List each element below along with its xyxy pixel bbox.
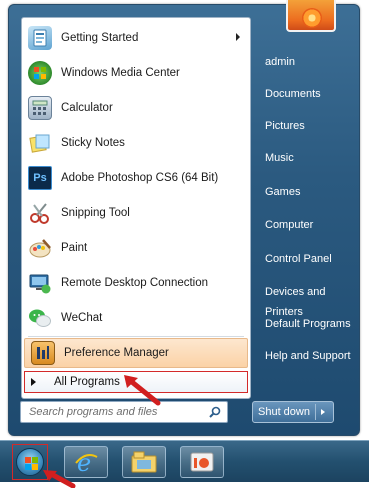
- svg-text:e: e: [77, 449, 91, 475]
- expand-arrow-icon: [31, 378, 36, 386]
- flower-picture-icon: [302, 8, 322, 28]
- documents-link[interactable]: Documents: [255, 84, 365, 104]
- music-link[interactable]: Music: [255, 148, 365, 168]
- sticky-notes-icon: [28, 131, 52, 155]
- preference-manager-icon: [31, 341, 55, 365]
- program-snipping-tool[interactable]: Snipping Tool: [22, 196, 250, 230]
- shutdown-options-arrow-icon[interactable]: [321, 409, 325, 415]
- program-label: Calculator: [61, 102, 113, 114]
- program-label: WeChat: [61, 312, 103, 324]
- games-link[interactable]: Games: [255, 182, 365, 202]
- program-getting-started[interactable]: Getting Started: [22, 21, 250, 55]
- program-paint[interactable]: Paint: [22, 231, 250, 265]
- pointer-arrow-icon: [124, 375, 161, 406]
- search-placeholder: Search programs and files: [29, 406, 158, 418]
- program-label: Sticky Notes: [61, 137, 125, 149]
- taskbar-windows-explorer[interactable]: [122, 446, 166, 478]
- pictures-link[interactable]: Pictures: [255, 116, 365, 136]
- program-label: Getting Started: [61, 32, 139, 44]
- programs-pane: Getting Started Windows Media Center Cal…: [21, 17, 251, 399]
- search-icon: [209, 406, 221, 418]
- places-pane: admin Documents Pictures Music Games Com…: [255, 5, 365, 405]
- snipping-tool-icon: [28, 201, 52, 225]
- default-programs-link[interactable]: Default Programs: [255, 314, 365, 334]
- user-avatar[interactable]: [286, 0, 336, 32]
- windows-media-center-icon: [28, 61, 52, 85]
- devices-and-printers-link[interactable]: Devices and Printers: [255, 282, 365, 318]
- program-label: Snipping Tool: [61, 207, 130, 219]
- control-panel-link[interactable]: Control Panel: [255, 249, 365, 269]
- media-player-icon: [190, 452, 214, 472]
- divider: [315, 404, 316, 420]
- taskbar-media-player[interactable]: [180, 446, 224, 478]
- shutdown-label: Shut down: [258, 406, 310, 418]
- program-sticky-notes[interactable]: Sticky Notes: [22, 126, 250, 160]
- program-label: Remote Desktop Connection: [61, 277, 209, 289]
- program-label: Adobe Photoshop CS6 (64 Bit): [61, 172, 219, 184]
- program-adobe-photoshop[interactable]: Ps Adobe Photoshop CS6 (64 Bit): [22, 161, 250, 195]
- windows-explorer-icon: [131, 451, 157, 473]
- program-calculator[interactable]: Calculator: [22, 91, 250, 125]
- program-label: Preference Manager: [64, 347, 169, 359]
- program-wechat[interactable]: WeChat: [22, 301, 250, 335]
- program-preference-manager[interactable]: Preference Manager: [24, 338, 248, 368]
- remote-desktop-icon: [28, 271, 52, 295]
- pointer-arrow-icon: [43, 470, 76, 488]
- program-windows-media-center[interactable]: Windows Media Center: [22, 56, 250, 90]
- paint-icon: [28, 236, 52, 260]
- calculator-icon: [28, 96, 52, 120]
- program-label: Paint: [61, 242, 88, 254]
- program-remote-desktop[interactable]: Remote Desktop Connection: [22, 266, 250, 300]
- user-name-link[interactable]: admin: [255, 52, 365, 72]
- divider: [28, 336, 244, 337]
- wechat-icon: [28, 306, 52, 330]
- start-menu: Getting Started Windows Media Center Cal…: [8, 4, 360, 436]
- all-programs-label: All Programs: [54, 376, 120, 388]
- internet-explorer-icon: e: [75, 449, 98, 475]
- computer-link[interactable]: Computer: [255, 215, 365, 235]
- photoshop-icon: Ps: [28, 166, 52, 190]
- program-label: Windows Media Center: [61, 67, 180, 79]
- submenu-arrow-icon: [236, 33, 240, 41]
- help-and-support-link[interactable]: Help and Support: [255, 346, 365, 366]
- getting-started-icon: [28, 26, 52, 50]
- shutdown-button[interactable]: Shut down: [252, 401, 334, 423]
